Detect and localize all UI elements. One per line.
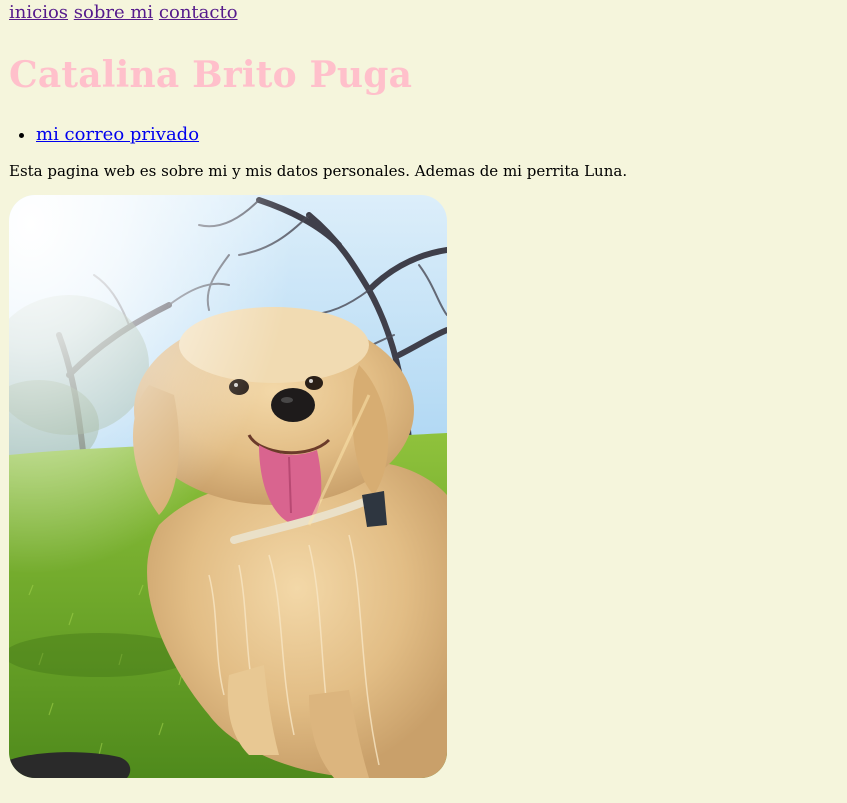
page: inicios sobre mi contacto Catalina Brito… — [0, 0, 847, 778]
dog-photo — [9, 195, 447, 778]
nav-link-sobre-mi[interactable]: sobre mi — [74, 2, 153, 23]
nav-link-contacto[interactable]: contacto — [159, 2, 238, 23]
page-title: Catalina Brito Puga — [9, 54, 413, 96]
intro-paragraph: Esta pagina web es sobre mi y mis datos … — [9, 162, 628, 180]
list-item: mi correo privado — [36, 124, 838, 146]
private-email-link[interactable]: mi correo privado — [36, 124, 199, 145]
dog-photo-image — [9, 195, 447, 778]
links-list: mi correo privado — [9, 124, 838, 146]
nav-link-inicios[interactable]: inicios — [9, 2, 68, 23]
top-navigation: inicios sobre mi contacto — [9, 0, 838, 24]
